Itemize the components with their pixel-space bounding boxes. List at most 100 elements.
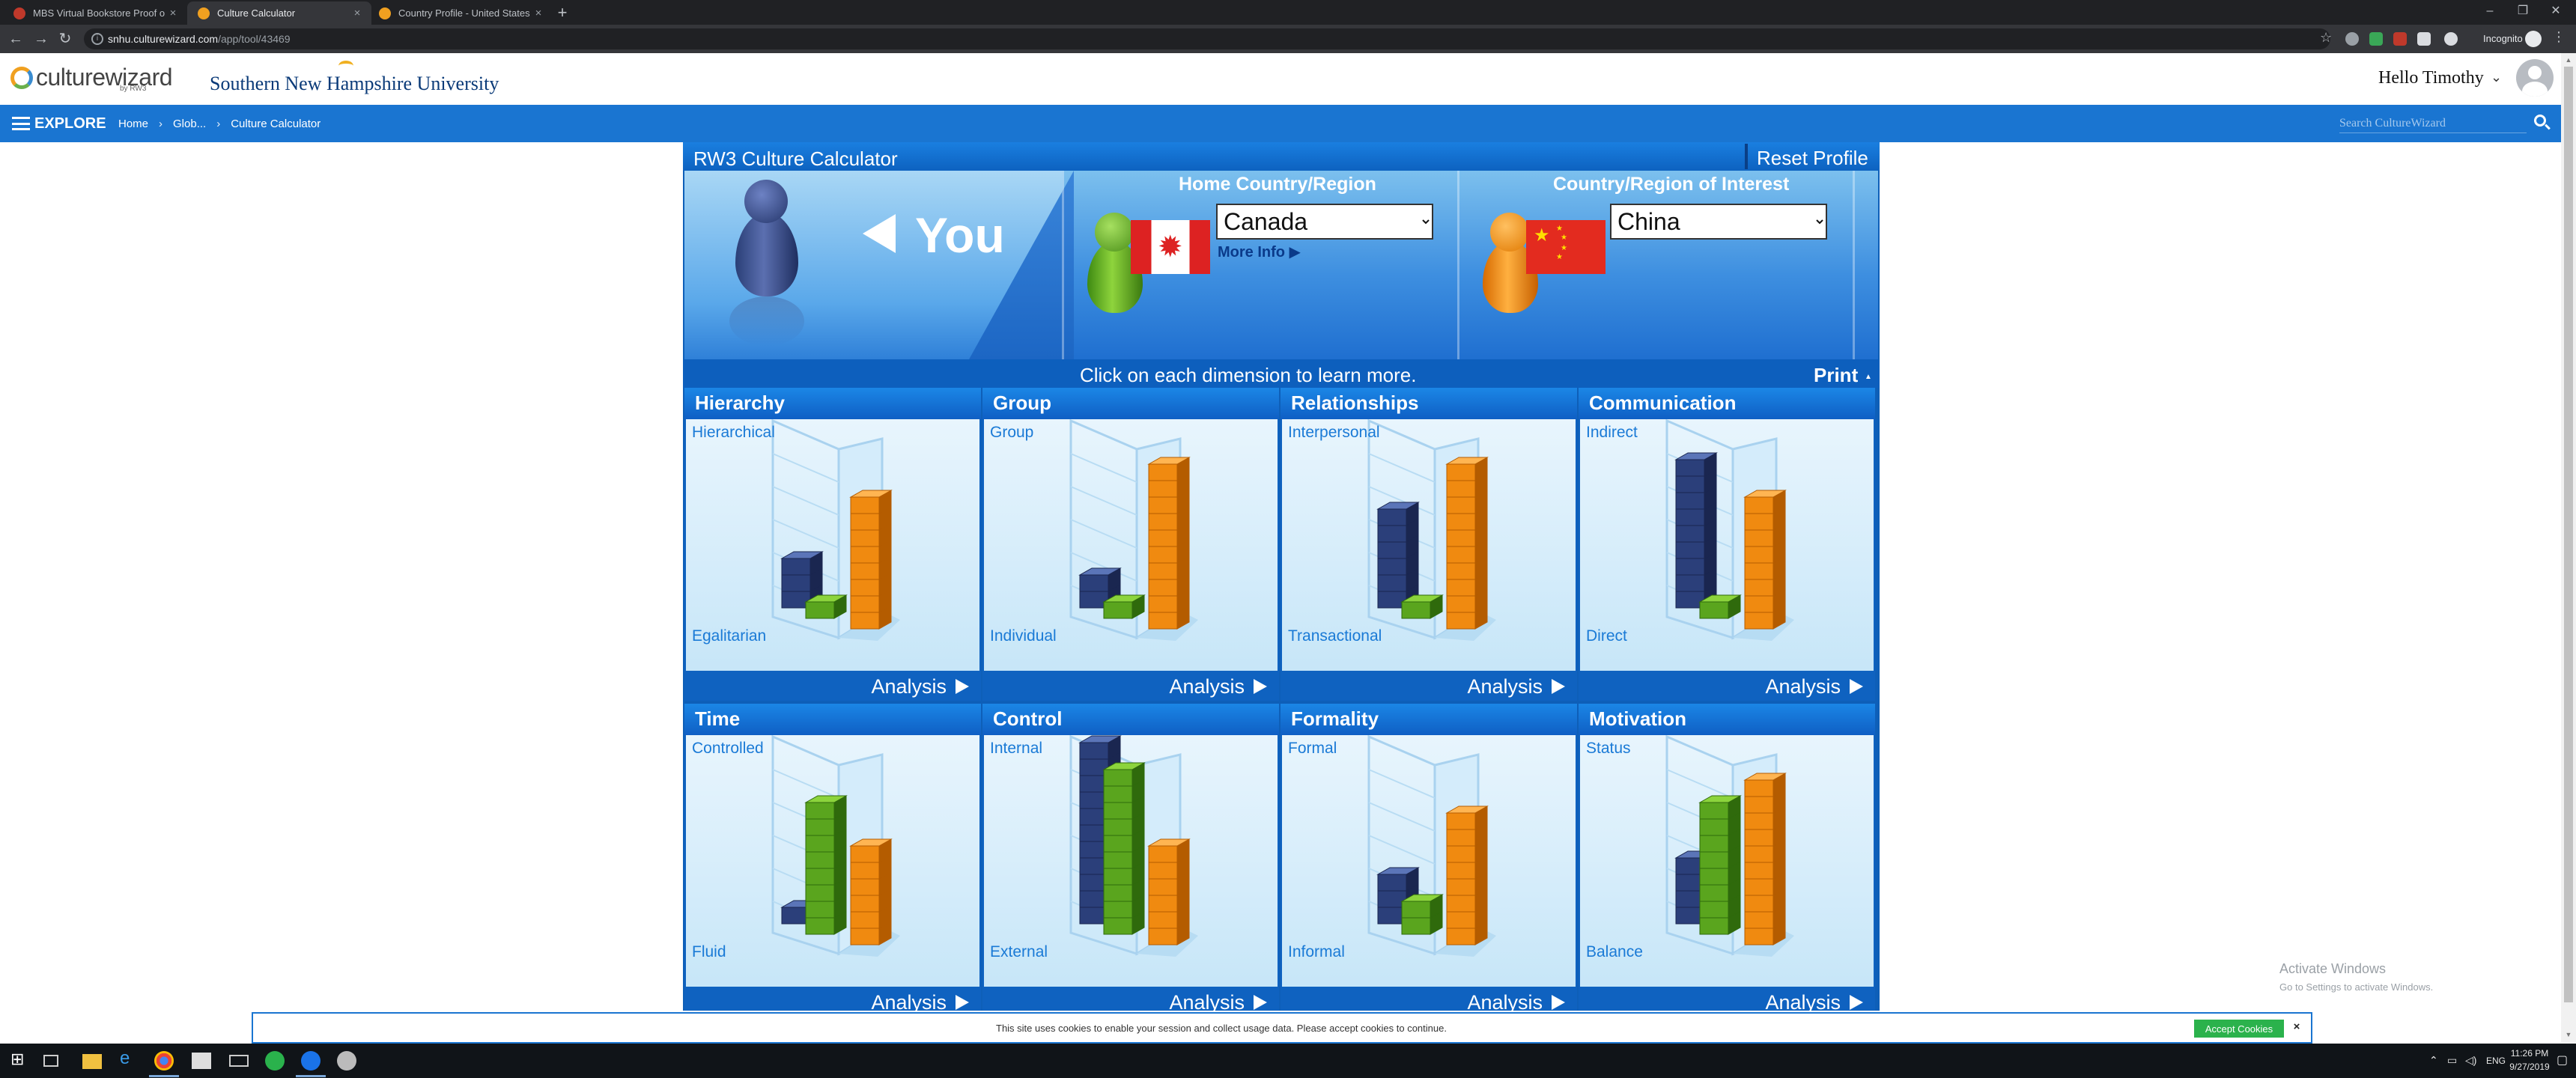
calculator-header: RW3 Culture Calculator Reset Profile — [683, 142, 1880, 171]
tab-title: MBS Virtual Bookstore Proof of P — [33, 7, 165, 19]
search-icon[interactable] — [2534, 115, 2546, 127]
dimension-title: Group — [982, 388, 1279, 419]
close-tab-icon[interactable]: × — [349, 7, 365, 19]
file-explorer-icon[interactable] — [82, 1054, 102, 1069]
extension-icon[interactable] — [2417, 32, 2431, 46]
analysis-button[interactable]: Analysis — [982, 987, 1279, 1011]
home-country-select[interactable]: Canada — [1216, 204, 1433, 240]
mail-icon[interactable] — [229, 1055, 249, 1067]
breadcrumb-global[interactable]: Glob... — [173, 118, 206, 130]
scroll-down-icon[interactable]: ▼ — [2564, 1031, 2573, 1040]
extension-icon[interactable] — [2444, 32, 2458, 46]
notifications-icon[interactable]: ▢ — [2557, 1053, 2568, 1068]
avatar[interactable] — [2516, 59, 2554, 97]
calculator-title: RW3 Culture Calculator — [693, 147, 898, 170]
dimension-tile-group[interactable]: Group Group Individual Analysis — [982, 388, 1279, 701]
main-nav-bar: EXPLORE Home › Glob... › Culture Calcula… — [0, 105, 2561, 142]
print-icon[interactable]: ▲ — [1865, 373, 1872, 381]
close-window-button[interactable]: ✕ — [2534, 0, 2576, 22]
play-arrow-icon — [956, 679, 969, 694]
clock-time[interactable]: 11:26 PM — [2500, 1048, 2560, 1059]
dimension-tile-relationships[interactable]: Relationships Interpersonal Transactiona… — [1281, 388, 1577, 701]
dimension-tile-motivation[interactable]: Motivation Status Balance Analysis — [1579, 704, 1875, 1011]
store-icon[interactable] — [192, 1053, 211, 1069]
menu-icon[interactable]: ⋮ — [2552, 29, 2566, 45]
explore-menu[interactable]: EXPLORE — [34, 115, 106, 133]
accept-cookies-button[interactable]: Accept Cookies — [2194, 1020, 2284, 1038]
tab-bookstore[interactable]: MBS Virtual Bookstore Proof of P × — [3, 1, 187, 25]
close-tab-icon[interactable]: × — [530, 7, 547, 19]
interest-cube — [849, 838, 893, 863]
browser-tab-bar: MBS Virtual Bookstore Proof of P × Cultu… — [0, 0, 2576, 25]
incognito-label: Incognito — [2483, 33, 2523, 44]
back-button[interactable]: ← — [4, 28, 27, 50]
cookie-message: This site uses cookies to enable your se… — [996, 1023, 1447, 1034]
tray-up-icon[interactable]: ⌃ — [2429, 1054, 2438, 1067]
culturewizard-logo[interactable]: culturewizard — [10, 64, 173, 91]
more-info-link[interactable]: More Info ▶ — [1218, 243, 1301, 261]
scale-bottom-label: Direct — [1586, 627, 1627, 645]
extension-icon[interactable] — [2393, 32, 2407, 46]
wechat-icon[interactable] — [265, 1051, 285, 1071]
edge-icon[interactable]: e — [120, 1048, 139, 1068]
scale-top-label: Formal — [1288, 740, 1337, 757]
interest-cube — [1445, 806, 1489, 830]
analysis-button[interactable]: Analysis — [1281, 671, 1577, 701]
reload-button[interactable]: ↻ — [54, 28, 76, 50]
watermark-line2: Go to Settings to activate Windows. — [2279, 981, 2434, 993]
scrollbar-thumb[interactable] — [2564, 67, 2573, 1002]
page-scrollbar[interactable]: ▲ ▼ — [2561, 53, 2576, 1043]
breadcrumb-home[interactable]: Home — [118, 118, 148, 130]
network-icon[interactable]: ▭ — [2447, 1054, 2457, 1067]
clock-date[interactable]: 9/27/2019 — [2500, 1062, 2560, 1072]
chrome-icon[interactable] — [154, 1051, 174, 1071]
analysis-button[interactable]: Analysis — [684, 671, 981, 701]
incognito-icon[interactable] — [2525, 31, 2542, 47]
extension-icon[interactable] — [2345, 32, 2359, 46]
dimension-title: Hierarchy — [684, 388, 981, 419]
analysis-button[interactable]: Analysis — [1579, 987, 1875, 1011]
you-penguin-icon — [735, 213, 798, 296]
address-bar[interactable]: i snhu.culturewizard.com/app/tool/43469 — [84, 28, 2330, 49]
scale-top-label: Group — [990, 424, 1034, 441]
reset-profile-button[interactable]: Reset Profile — [1757, 147, 1868, 170]
interest-cube — [1445, 457, 1489, 481]
analysis-button[interactable]: Analysis — [1281, 987, 1577, 1011]
tab-country-profile[interactable]: Country Profile - United States × — [368, 1, 553, 25]
url-text: snhu.culturewizard.com/app/tool/43469 — [108, 33, 291, 45]
tab-culture-calculator[interactable]: Culture Calculator × — [187, 1, 371, 25]
url-domain: snhu.culturewizard.com — [108, 33, 219, 45]
chevron-down-icon[interactable]: ⌄ — [2491, 70, 2502, 85]
dimension-title: Formality — [1281, 704, 1577, 735]
dimension-tile-formality[interactable]: Formality Formal Informal Analysis — [1281, 704, 1577, 1011]
search-input[interactable] — [2339, 114, 2527, 133]
extension-icon[interactable] — [2369, 32, 2383, 46]
close-tab-icon[interactable]: × — [165, 7, 181, 19]
chrome-incognito-icon[interactable] — [301, 1051, 321, 1071]
close-cookie-button[interactable]: × — [2290, 1020, 2303, 1035]
user-greeting[interactable]: Hello Timothy — [2378, 68, 2484, 88]
tab-title: Culture Calculator — [217, 7, 296, 19]
bookmark-star-icon[interactable]: ☆ — [2320, 30, 2333, 45]
task-view-icon[interactable] — [43, 1055, 58, 1067]
forward-button[interactable]: → — [30, 28, 52, 50]
analysis-button[interactable]: Analysis — [982, 671, 1279, 701]
scroll-up-icon[interactable]: ▲ — [2564, 56, 2573, 65]
dimension-chart-area: Group Individual — [984, 419, 1278, 671]
running-indicator — [149, 1075, 179, 1077]
hamburger-menu-icon[interactable] — [12, 117, 30, 130]
analysis-button[interactable]: Analysis — [684, 987, 981, 1011]
interest-country-select[interactable]: China — [1610, 204, 1827, 240]
you-label: You — [915, 207, 1005, 263]
new-tab-button[interactable]: + — [553, 3, 572, 22]
windows-start-icon[interactable]: ⊞ — [10, 1050, 30, 1069]
print-button[interactable]: Print — [1814, 364, 1858, 387]
analysis-button[interactable]: Analysis — [1579, 671, 1875, 701]
dimension-tile-communication[interactable]: Communication Indirect Direct Analysis — [1579, 388, 1875, 701]
dimension-tile-hierarchy[interactable]: Hierarchy Hierarchical Egalitarian Analy… — [684, 388, 981, 701]
dimension-tile-time[interactable]: Time Controlled Fluid Analysis — [684, 704, 981, 1011]
volume-icon[interactable]: ◁) — [2465, 1054, 2476, 1067]
app-icon[interactable] — [337, 1051, 356, 1071]
info-icon[interactable]: i — [91, 33, 103, 45]
dimension-tile-control[interactable]: Control Internal External Analysis — [982, 704, 1279, 1011]
